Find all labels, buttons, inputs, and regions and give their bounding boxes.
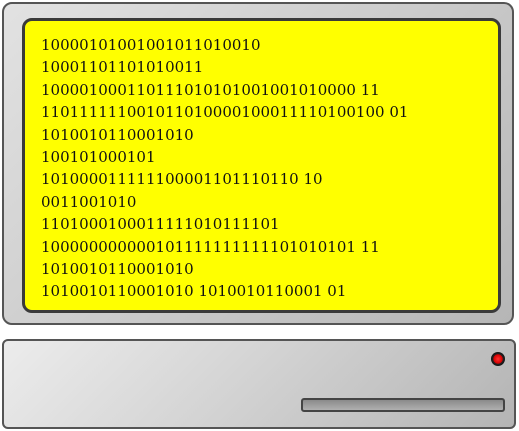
binary-line: 1101000100011111010111101 [41,215,280,234]
binary-line: 0011001010 [41,192,137,211]
binary-line: 100001000110111010101001001010000 11 [41,80,380,99]
computer-base [2,339,516,429]
binary-line: 1010010110001010 1010010110001 01 [41,282,347,301]
binary-line: 101000011111100001101110110 10 [41,170,323,189]
binary-line: 10001101101010011 [41,58,204,77]
binary-line: 10000101001001011010010 [41,36,261,54]
monitor: 10000101001001011010010 1000110110101001… [2,2,514,325]
disk-drive-slot[interactable] [301,398,505,412]
binary-line: 1010010110001010 [41,125,194,144]
binary-line: 1010010110001010 [41,260,194,279]
power-led-icon [491,352,505,366]
binary-line: 110111111001011010000100011110100100 01 [41,103,409,122]
binary-text-block: 10000101001001011010010 1000110110101001… [41,34,408,303]
binary-line: 100000000000101111111111101010101 11 [41,237,380,256]
binary-line: 100101000101 [41,148,156,167]
monitor-screen: 10000101001001011010010 1000110110101001… [22,18,501,313]
